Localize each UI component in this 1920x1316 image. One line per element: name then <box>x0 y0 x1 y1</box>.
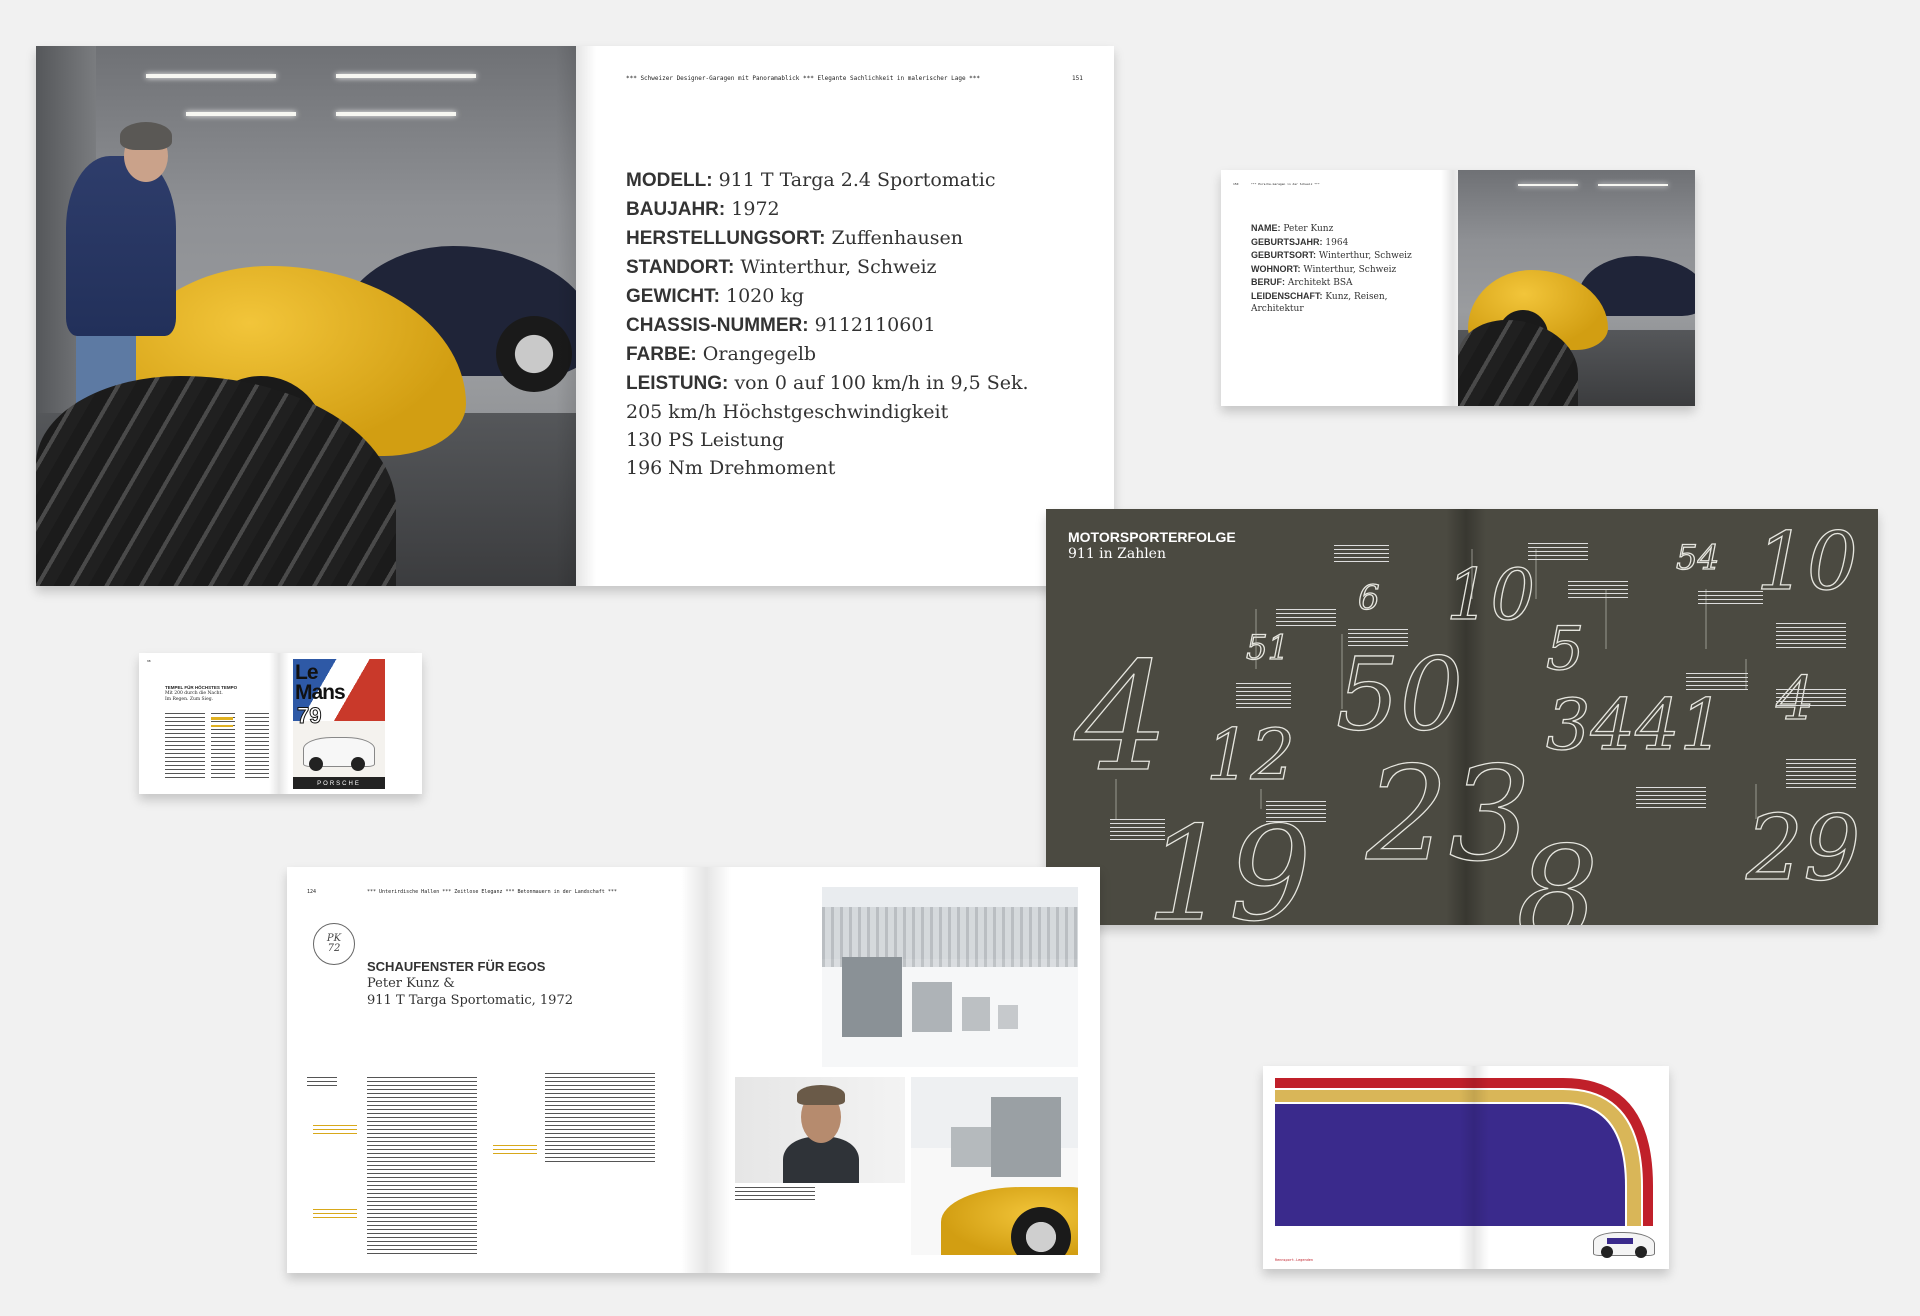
spread-lemans: 98 TEMPEL FÜR HÖCHSTES TEMPO Mit 200 dur… <box>139 653 422 794</box>
poster-year: 79 <box>296 703 322 729</box>
page-number: 151 <box>1072 75 1083 82</box>
detail-line: WOHNORT: Winterthur, Schweiz <box>1251 263 1397 275</box>
detail-line: GEBURTSJAHR: 1964 <box>1251 236 1349 248</box>
poster-brand: PORSCHE <box>317 781 361 787</box>
footer-text: Rennsport-Legenden <box>1275 1258 1313 1262</box>
article-subtitle: Peter Kunz & <box>367 976 455 991</box>
big-number: 29 <box>1745 796 1861 901</box>
article-subheading: Im Regen. Zum Sieg. <box>165 697 214 702</box>
article-heading: TEMPEL FÜR HÖCHSTES TEMPO <box>165 685 238 690</box>
detail-line: Architektur <box>1251 304 1304 314</box>
running-head: *** Unterirdische Hallen *** Zeitlose El… <box>367 889 617 895</box>
running-head: *** Porsche-Garagen in der Schweiz *** <box>1251 182 1320 186</box>
spec-line: STANDORT: Winterthur, Schweiz <box>626 256 937 278</box>
big-number: 6 <box>1358 578 1380 618</box>
page-number: 98 <box>147 659 151 663</box>
big-number: 10 <box>1756 515 1858 608</box>
big-number: 51 <box>1246 628 1289 668</box>
garage-photo <box>36 46 576 586</box>
spread-person: 150 *** Porsche-Garagen in der Schweiz *… <box>1221 170 1695 406</box>
article-title: SCHAUFENSTER FÜR EGOS <box>367 959 546 974</box>
spec-line: 196 Nm Drehmoment <box>626 457 836 479</box>
spec-line: BAUJAHR: 1972 <box>626 198 780 220</box>
detail-line: LEIDENSCHAFT: Kunz, Reisen, <box>1251 290 1388 302</box>
article-subheading: Mit 200 durch die Nacht. <box>165 691 223 696</box>
big-number: 12 <box>1206 714 1295 796</box>
pk-logo-text: PK 72 <box>326 933 342 954</box>
big-number: 23 <box>1365 738 1531 890</box>
numbers-artwork: 4 12 51 6 50 10 5 19 23 8 3441 54 10 4 2… <box>1072 514 1861 925</box>
big-number: 54 <box>1676 538 1719 578</box>
detail-line: BERUF: Architekt BSA <box>1251 277 1353 288</box>
pk-logo: PK 72 <box>313 923 355 965</box>
poster-title: Mans <box>295 681 346 704</box>
spec-line: GEWICHT: 1020 kg <box>626 285 805 307</box>
lemans-poster: Le Mans 79 PORSCHE <box>293 659 385 789</box>
spread-numbers: MOTORSPORTERFOLGE 911 in Zahlen 4 12 51 … <box>1046 509 1878 925</box>
big-number: 50 <box>1336 636 1463 753</box>
big-number: 10 <box>1446 554 1535 636</box>
spec-line: FARBE: Orangegelb <box>626 343 817 365</box>
spec-line: 130 PS Leistung <box>626 429 785 451</box>
garage-photo <box>1458 170 1695 406</box>
page-number: 150 <box>1233 182 1239 186</box>
running-head: *** Schweizer Designer-Garagen mit Panor… <box>626 75 981 82</box>
article-subtitle: 911 T Targa Sportomatic, 1972 <box>367 993 573 1008</box>
car-snow-photo <box>911 1077 1078 1255</box>
portrait-photo <box>735 1077 905 1183</box>
big-number: 3441 <box>1546 684 1724 766</box>
spread-stripes: Rennsport-Legenden <box>1263 1066 1669 1269</box>
big-number: 8 <box>1516 818 1599 925</box>
detail-line: NAME: Peter Kunz <box>1251 223 1334 234</box>
spread-egos: 124 *** Unterirdische Hallen *** Zeitlos… <box>287 867 1100 1273</box>
spec-line: MODELL: 911 T Targa 2.4 Sportomatic <box>626 169 996 191</box>
spec-line: LEISTUNG: von 0 auf 100 km/h in 9,5 Sek. <box>626 372 1029 394</box>
spec-line: 205 km/h Höchstgeschwindigkeit <box>626 401 949 423</box>
spread-specs: *** Schweizer Designer-Garagen mit Panor… <box>36 46 1114 586</box>
page-number: 124 <box>307 889 317 895</box>
detail-line: GEBURTSORT: Winterthur, Schweiz <box>1251 250 1412 261</box>
big-number: 4 <box>1073 631 1169 805</box>
spec-line: HERSTELLUNGSORT: Zuffenhausen <box>626 227 963 249</box>
person-details: NAME: Peter Kunz GEBURTSJAHR: 1964 GEBUR… <box>1251 222 1412 316</box>
snow-garage-photo <box>822 887 1078 1067</box>
big-number: 5 <box>1546 614 1584 684</box>
spec-line: CHASSIS-NUMMER: 9112110601 <box>626 314 936 336</box>
spec-list: MODELL: 911 T Targa 2.4 Sportomatic BAUJ… <box>626 166 1029 482</box>
